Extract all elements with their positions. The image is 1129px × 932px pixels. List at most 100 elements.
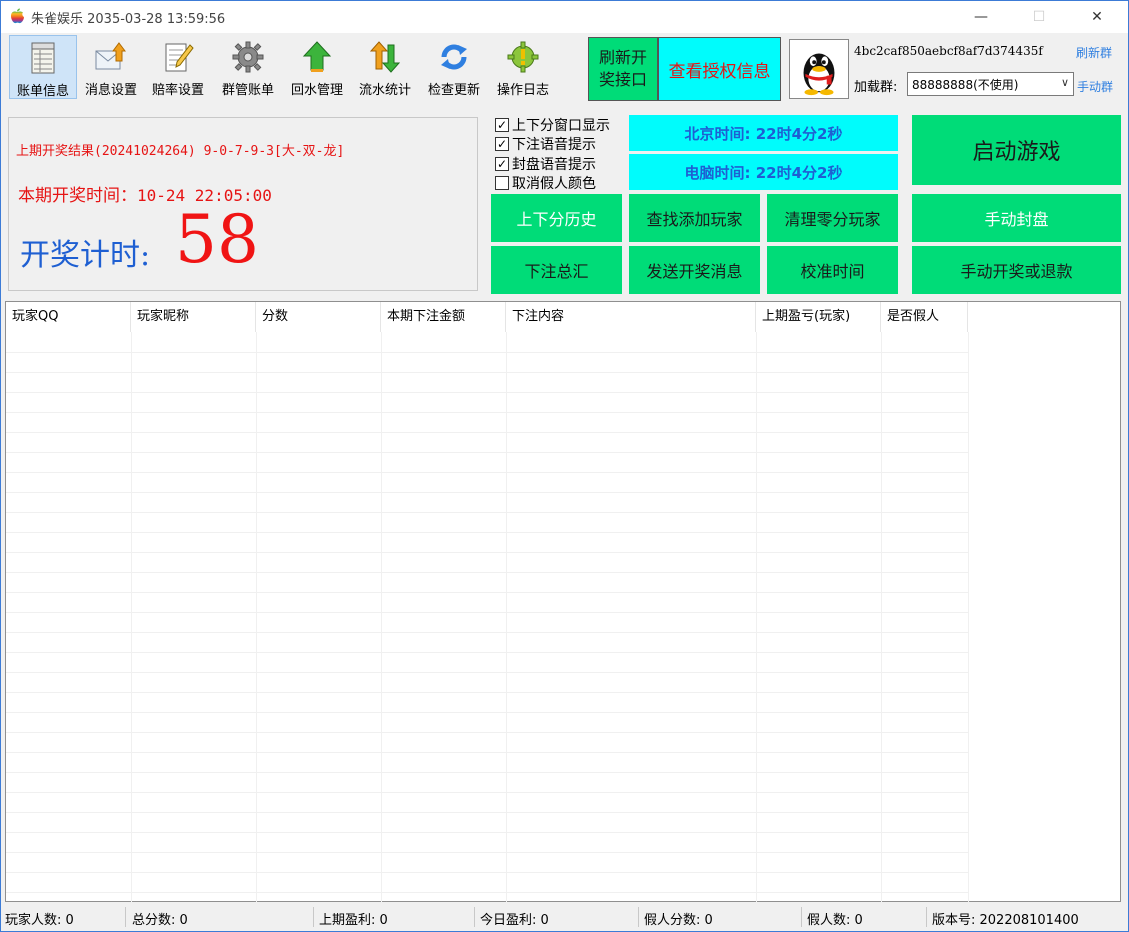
column-header-score[interactable]: 分数: [256, 302, 381, 332]
toolbar-item-group-bill[interactable]: 群管账单: [215, 35, 281, 99]
status-version: 版本号: 202208101400: [932, 913, 1079, 928]
minimize-button[interactable]: —: [958, 1, 1004, 33]
load-group-label: 加载群:: [854, 80, 898, 95]
countdown-value: 58: [175, 201, 259, 278]
checkbox-checked-icon: ✓: [495, 137, 509, 151]
view-license-button[interactable]: 查看授权信息: [658, 37, 781, 101]
grid-row-line: [6, 832, 968, 833]
status-total-score: 总分数: 0: [132, 913, 188, 928]
grid-row-line: [6, 432, 968, 433]
draw-info-panel: 上期开奖结果(20241024264) 9-0-7-9-3[大-双-龙] 本期开…: [8, 117, 478, 291]
status-fake-count: 假人数: 0: [807, 913, 863, 928]
countdown-label: 开奖计时:: [20, 238, 151, 273]
toolbar-label: 流水统计: [358, 83, 411, 98]
grid-row-line: [6, 612, 968, 613]
up-arrow-icon: [302, 41, 332, 72]
toolbar-item-check-update[interactable]: 检查更新: [422, 35, 486, 99]
close-button[interactable]: ✕: [1074, 1, 1120, 33]
grid-row-line: [6, 872, 968, 873]
clear-zero-players-button[interactable]: 清理零分玩家: [767, 194, 898, 242]
status-divider: [125, 907, 126, 927]
refresh-draw-api-label: 刷新开奖接口: [598, 48, 647, 89]
manual-draw-refund-button[interactable]: 手动开奖或退款: [912, 246, 1121, 294]
envelope-icon: [95, 42, 126, 70]
option-label: 下注语音提示: [512, 137, 596, 153]
column-header-is-fake[interactable]: 是否假人: [881, 302, 968, 332]
refresh-group-link[interactable]: 刷新群: [1076, 44, 1112, 61]
title-bar: 朱雀娱乐 2035-03-28 13:59:56 — ☐ ✕: [1, 1, 1128, 33]
column-header-bet-amount[interactable]: 本期下注金额: [381, 302, 506, 332]
qq-penguin-icon: [803, 53, 835, 96]
grid-row-line: [6, 732, 968, 733]
draw-time-label: 本期开奖时间：: [18, 186, 137, 206]
toolbar-label: 回水管理: [290, 83, 343, 98]
status-divider: [638, 907, 639, 927]
option-label: 取消假人颜色: [512, 176, 596, 192]
manual-group-link[interactable]: 手动群: [1077, 78, 1113, 95]
manual-close-button[interactable]: 手动封盘: [912, 194, 1121, 242]
refresh-draw-api-button[interactable]: 刷新开奖接口: [588, 37, 658, 101]
toolbar-item-operation-log[interactable]: 操作日志: [491, 35, 555, 99]
option-bet-voice[interactable]: ✓ 下注语音提示: [495, 134, 596, 154]
grid-row-line: [6, 572, 968, 573]
grid-row-line: [6, 392, 968, 393]
toolbar-item-turnover-stats[interactable]: 流水统计: [353, 35, 417, 99]
grid-column-line: [381, 332, 382, 902]
status-player-count: 玩家人数: 0: [5, 913, 74, 928]
status-divider: [313, 907, 314, 927]
swap-arrows-icon: [369, 41, 401, 73]
option-label: 上下分窗口显示: [512, 118, 610, 134]
grid-column-line: [256, 332, 257, 902]
option-close-voice[interactable]: ✓ 封盘语音提示: [495, 154, 596, 174]
grid-row-line: [6, 772, 968, 773]
toolbar-label: 操作日志: [496, 83, 549, 98]
calibrate-time-button[interactable]: 校准时间: [767, 246, 898, 294]
grid-row-line: [6, 492, 968, 493]
toolbar-item-odds-settings[interactable]: 赔率设置: [146, 35, 210, 99]
grid-row-line: [6, 812, 968, 813]
toolbar-item-message-settings[interactable]: 消息设置: [79, 35, 143, 99]
grid-row-line: [6, 512, 968, 513]
group-select[interactable]: 88888888(不使用) ∨: [907, 72, 1074, 96]
toolbar-label: 赔率设置: [151, 83, 204, 98]
qq-avatar[interactable]: [789, 39, 849, 99]
grid-row-line: [6, 652, 968, 653]
grid-row-line: [6, 692, 968, 693]
chevron-down-icon: ∨: [1060, 76, 1069, 89]
grid-column-line: [131, 332, 132, 902]
toolbar-label: 消息设置: [84, 83, 137, 98]
gear-icon: [232, 41, 264, 73]
grid-row-line: [6, 672, 968, 673]
column-header-nickname[interactable]: 玩家昵称: [131, 302, 256, 332]
start-game-button[interactable]: 启动游戏: [912, 115, 1121, 185]
column-header-bet-content[interactable]: 下注内容: [506, 302, 756, 332]
column-header-last-profit[interactable]: 上期盈亏(玩家): [756, 302, 881, 332]
player-table[interactable]: 玩家QQ 玩家昵称 分数 本期下注金额 下注内容 上期盈亏(玩家) 是否假人: [5, 301, 1121, 902]
bet-summary-button[interactable]: 下注总汇: [491, 246, 622, 294]
last-draw-result: 上期开奖结果(20241024264) 9-0-7-9-3[大-双-龙]: [16, 144, 345, 159]
checkbox-checked-icon: ✓: [495, 157, 509, 171]
grid-row-line: [6, 632, 968, 633]
grid-row-line: [6, 412, 968, 413]
grid-column-line: [881, 332, 882, 902]
group-select-value: 88888888(不使用): [912, 78, 1019, 92]
status-today-profit: 今日盈利: 0: [480, 913, 549, 928]
grid-row-line: [6, 532, 968, 533]
refresh-icon: [441, 44, 467, 70]
maximize-button[interactable]: ☐: [1016, 1, 1062, 33]
notepad-icon: [165, 43, 194, 72]
toolbar-label: 检查更新: [427, 83, 480, 98]
status-divider: [801, 907, 802, 927]
status-divider: [926, 907, 927, 927]
send-draw-message-button[interactable]: 发送开奖消息: [629, 246, 760, 294]
score-history-button[interactable]: 上下分历史: [491, 194, 622, 242]
grid-column-line: [506, 332, 507, 902]
column-header-qq[interactable]: 玩家QQ: [6, 302, 131, 332]
toolbar-item-bill-info[interactable]: 账单信息: [9, 35, 77, 99]
toolbar-item-rebate-management[interactable]: 回水管理: [284, 35, 350, 99]
option-score-window[interactable]: ✓ 上下分窗口显示: [495, 115, 610, 135]
option-cancel-fake-color[interactable]: 取消假人颜色: [495, 173, 596, 193]
find-add-player-button[interactable]: 查找添加玩家: [629, 194, 760, 242]
grid-row-line: [6, 592, 968, 593]
grid-row-line: [6, 712, 968, 713]
